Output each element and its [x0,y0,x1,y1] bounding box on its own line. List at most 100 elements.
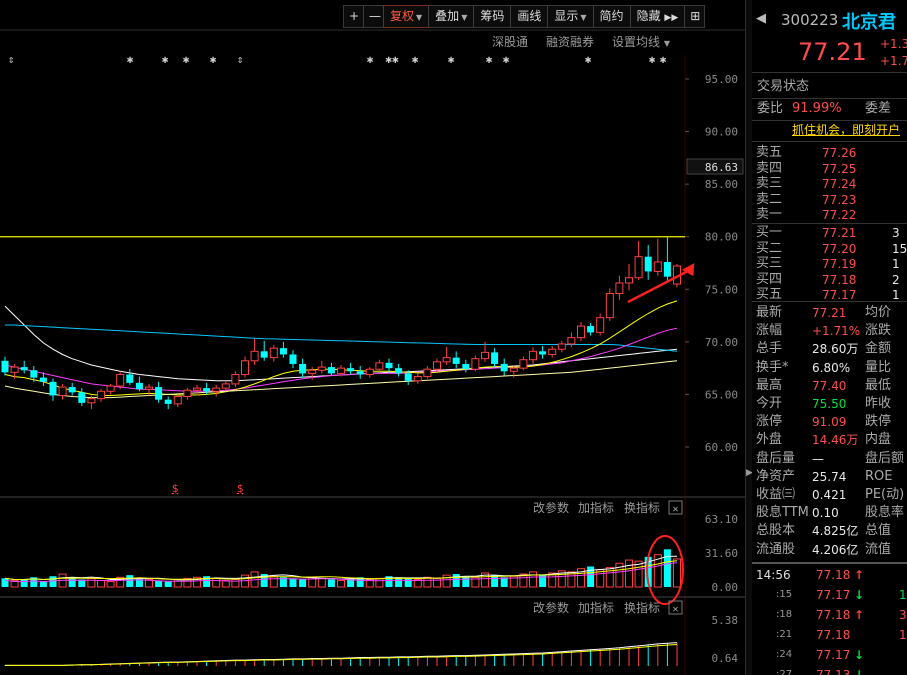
close-icon[interactable]: ✕ [672,604,678,615]
arrow-up-icon: ↑ [854,568,865,582]
stat-value: 6.80% [812,360,851,375]
price-change: +1.3 [880,37,907,51]
dividend-marker: $ [237,482,244,495]
zoom-in-button[interactable]: + [343,5,364,28]
candle-body [385,362,393,369]
candle-body [327,367,335,374]
stat-label: 股息TTM [756,505,809,521]
chevron-right-icon[interactable]: ▶ [746,462,753,484]
event-marker: ✱ [183,53,190,66]
stat-label: 流通股 [756,541,796,557]
stat-value: 28.60万 [812,342,859,357]
stat-row: 涨幅 +1.71% 涨跌 [752,322,907,340]
candle-body [193,387,201,391]
open-account-link[interactable]: 抓住机会，即刻开户 [792,121,900,139]
tab-margin-trading[interactable]: 融资融券 [546,33,594,50]
open-account-banner[interactable]: 抓住机会，即刻开户 [752,121,907,139]
close-icon[interactable]: ✕ [672,504,678,515]
tick-row: 14:56 77.18 ↑ [752,566,907,584]
candle-body [365,368,374,375]
overlay-label: 叠加 [435,9,460,23]
candle-body [164,399,172,404]
stat-label: 涨停 [756,414,783,430]
last-price: 77.21 [798,38,867,66]
volume-bar [317,577,326,588]
candle-body [587,326,595,333]
stat-row: 总股本 4.825亿 总值 [752,522,907,540]
stat-value: 0.10 [812,506,839,521]
tab-northbound[interactable]: 深股通 [492,33,528,50]
triangle-left-icon[interactable]: ◀ [756,11,766,26]
stock-name: 北京君 [842,12,896,33]
candle-body [30,370,38,378]
order-ratio-label: 委比 [757,101,784,116]
candle-body [155,387,163,400]
candle-body [126,374,134,383]
rights-adjust-button[interactable]: 复权 ▼ [383,5,430,28]
chips-button[interactable]: 筹码 [473,5,512,28]
hide-panel-button[interactable]: 隐藏 ▶▶ [629,5,686,28]
candle-body [491,352,499,364]
dividend-marker: $ [172,482,179,495]
volume-panel-button-0[interactable]: 改参数 [533,500,569,515]
stat-label-secondary: 股息率 [865,505,905,521]
candle-body [269,347,278,359]
arrow-down-icon: ↓ [854,668,865,675]
candle-body [663,261,671,277]
event-marker: ✱ [503,53,510,66]
ask-row: 卖一 77.22 [752,206,907,224]
price-marker-label: 86.63 [705,161,738,174]
overlay-button[interactable]: 叠加 ▼ [428,5,475,28]
candle-body [539,351,547,355]
stat-value: 0.421 [812,488,847,502]
candle-body [250,350,259,362]
volume-bar [173,578,182,588]
volume-panel-button-2[interactable]: 换指标 [624,500,660,515]
stat-row: 最高 77.40 最低 [752,377,907,395]
tick-row: :27 77.13 ↓ [752,666,907,675]
indicator-panel-button-0[interactable]: 改参数 [533,600,569,615]
tick-volume: 1 [899,628,907,642]
divider [752,141,907,142]
chart-canvas[interactable]: 95.00 90.00 85.00 80.00 75.00 70.00 65.00 60.00… [0,0,745,675]
candle-body [548,348,557,355]
candle-body [462,363,470,370]
candle-body [203,388,211,392]
stat-value: 4.825亿 [812,524,859,539]
volume-tick-label: 0.00 [712,581,739,594]
candle-body [644,256,652,272]
chevron-down-icon: ▼ [416,13,423,22]
candle-body [529,350,537,361]
stock-terminal-window: 95.00 90.00 85.00 80.00 75.00 70.00 65.00 60.00… [0,0,907,675]
divider [752,562,907,564]
volume-panel-button-1[interactable]: 加指标 [578,500,614,515]
candle-body [404,373,412,381]
candle-body [241,360,249,375]
simple-mode-button[interactable]: 简约 [592,5,631,28]
volume-bar [375,577,384,588]
panel-splitter[interactable]: ▶ [745,0,753,675]
price-tick-label: 75.00 [705,283,738,296]
candle-body [596,317,605,333]
kline-chart-area[interactable]: 95.00 90.00 85.00 80.00 75.00 70.00 65.00 60.00… [0,0,745,675]
stat-label-secondary: PE(动) [865,487,905,502]
draw-line-button[interactable]: 画线 [510,5,549,28]
candle-body [356,371,364,375]
stat-row: 净资产 25.74 ROE [752,468,907,486]
tick-row: :24 77.17 ↓ [752,646,907,664]
grid-icon[interactable]: ⊞ [684,5,706,28]
indicator-panel-button-2[interactable]: 换指标 [624,600,660,615]
event-marker: ⇕ [237,53,244,66]
display-button[interactable]: 显示 ▼ [547,5,594,28]
volume-bar [97,580,105,588]
fast-forward-icon: ▶▶ [664,13,679,23]
volume-bar [203,576,211,587]
candle-body [173,396,182,405]
volume-bar [327,579,335,587]
candle-body [433,361,441,370]
tick-price: 77.18 [816,608,851,622]
tab-ma-settings[interactable]: 设置均线 ▼ [612,33,670,50]
order-diff-label: 委差 [865,101,892,116]
zoom-out-button[interactable]: — [363,5,384,28]
indicator-panel-button-1[interactable]: 加指标 [578,600,614,615]
